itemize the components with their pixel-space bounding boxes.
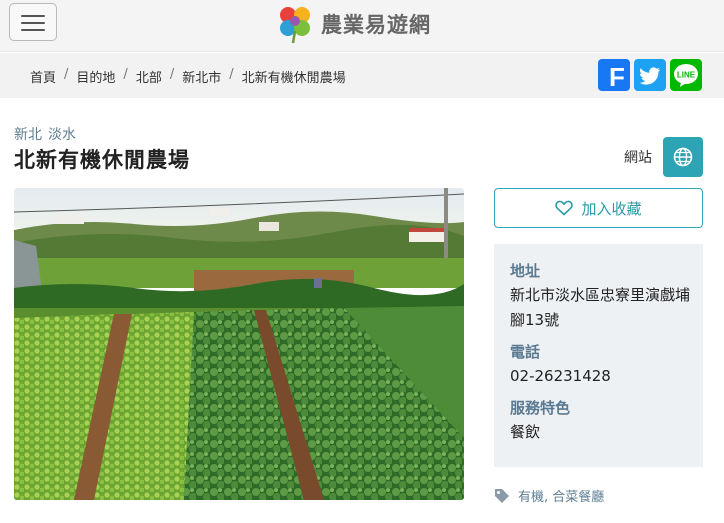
tag-values[interactable]: 有機, 合菜餐廳 <box>518 486 604 505</box>
globe-icon <box>673 147 693 167</box>
site-logo[interactable]: 農業易遊網 <box>277 2 431 46</box>
line-icon: LINE <box>674 64 698 87</box>
twitter-bird-icon <box>639 67 660 85</box>
breadcrumb-separator: / <box>169 67 175 82</box>
website-label: 網站 <box>624 150 652 166</box>
svg-text:LINE: LINE <box>677 71 696 80</box>
site-header: 農業易遊網 <box>0 0 724 52</box>
feature-label: 服務特色 <box>510 399 571 417</box>
breadcrumb: 首頁 / 目的地 / 北部 / 新北市 / 北新有機休閒農場 <box>30 67 346 86</box>
twitter-share-button[interactable] <box>634 59 666 91</box>
hamburger-menu-button[interactable] <box>9 3 57 41</box>
menu-line-icon <box>21 22 45 24</box>
add-to-favorites-label: 加入收藏 <box>581 199 642 218</box>
add-to-favorites-button[interactable]: 加入收藏 <box>494 188 703 228</box>
facebook-share-button[interactable]: F <box>598 59 630 91</box>
line-share-button[interactable]: LINE <box>670 59 702 91</box>
page-title: 北新有機休閒農場 <box>14 148 190 172</box>
breadcrumb-destination[interactable]: 目的地 <box>76 67 115 86</box>
tag-icon <box>495 488 509 503</box>
address-label: 地址 <box>510 262 541 280</box>
menu-line-icon <box>21 29 45 31</box>
region-city: 新北 <box>14 127 42 143</box>
site-name: 農業易遊網 <box>321 13 431 37</box>
menu-line-icon <box>21 15 45 17</box>
svg-text:F: F <box>609 62 625 91</box>
address-value: 新北市淡水區忠寮里演戲埔腳13號 <box>510 286 691 329</box>
breadcrumb-north[interactable]: 北部 <box>136 67 162 86</box>
breadcrumb-separator: / <box>64 67 69 82</box>
tag-list: 有機, 合菜餐廳 <box>494 486 604 505</box>
region-district: 淡水 <box>48 127 76 143</box>
facebook-icon: F <box>609 62 625 91</box>
breadcrumb-separator: / <box>229 67 234 82</box>
feature-value: 餐飲 <box>510 423 541 441</box>
breadcrumb-new-taipei[interactable]: 新北市 <box>182 67 221 86</box>
clover-logo-icon <box>280 7 310 44</box>
location-region: 新北 淡水 <box>14 124 76 144</box>
farm-photo <box>14 188 464 500</box>
info-panel: 地址 新北市淡水區忠寮里演戲埔腳13號 電話 02-26231428 服務特色 … <box>494 244 703 467</box>
heart-icon <box>555 200 574 216</box>
phone-value[interactable]: 02-26231428 <box>510 364 695 389</box>
breadcrumb-separator: / <box>123 67 128 82</box>
breadcrumb-home[interactable]: 首頁 <box>30 67 56 86</box>
website-button[interactable] <box>663 137 703 177</box>
breadcrumb-current: 北新有機休閒農場 <box>241 71 346 86</box>
phone-label: 電話 <box>510 343 541 361</box>
